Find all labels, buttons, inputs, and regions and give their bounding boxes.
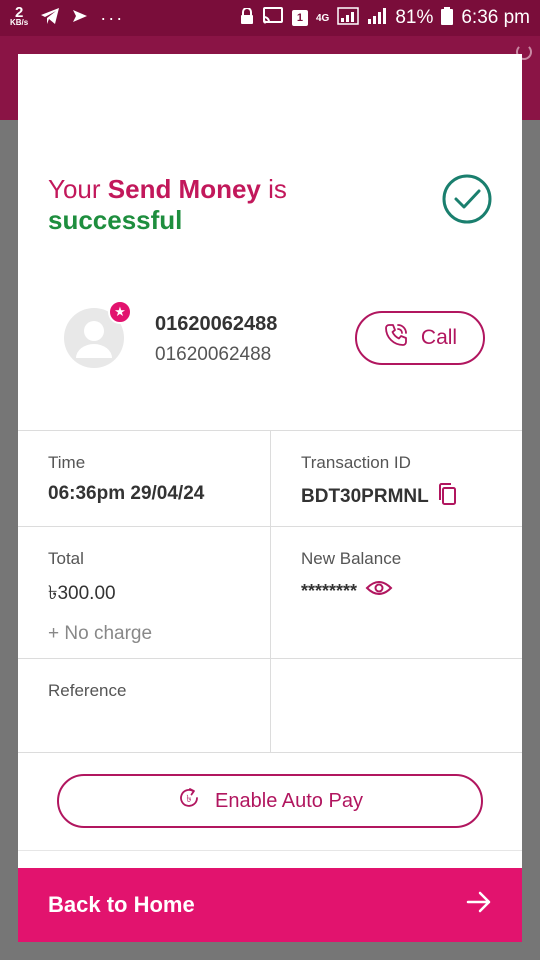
call-button[interactable]: Call — [355, 311, 485, 365]
enable-auto-pay-label: Enable Auto Pay — [215, 789, 363, 812]
result-headline: Your Send Money is successful — [48, 174, 287, 236]
lock-icon — [240, 6, 254, 29]
more-notifications-icon: ··· — [100, 7, 125, 28]
new-balance-value: ******** — [301, 580, 358, 601]
time-label: Time — [48, 453, 86, 472]
transaction-id-label: Transaction ID — [301, 453, 411, 472]
total-label: Total — [48, 549, 84, 568]
battery-percent: 81% — [395, 7, 434, 28]
call-button-label: Call — [420, 326, 458, 349]
details-row: Reference — [18, 659, 522, 753]
status-bar: 2 KB/s ··· 1 4G 81% 6:36 pm — [0, 0, 540, 36]
network-type: 4G — [315, 12, 330, 24]
headline-action: Send Money — [107, 174, 261, 204]
send-arrow-icon — [72, 8, 88, 29]
empty-cell — [270, 659, 522, 752]
send-money-result-card: Your Send Money is successful ★ 01620062… — [18, 54, 522, 942]
battery-icon — [441, 6, 454, 30]
back-to-home-label: Back to Home — [48, 892, 195, 917]
details-row: Time 06:36pm 29/04/24 Transaction ID BDT… — [18, 431, 522, 527]
transaction-details: Time 06:36pm 29/04/24 Transaction ID BDT… — [18, 430, 522, 753]
divider — [18, 850, 522, 851]
new-balance-row: ******** — [301, 579, 492, 603]
reference-cell: Reference — [18, 659, 270, 752]
total-cell: Total ৳300.00 + No charge — [18, 527, 270, 658]
auto-pay-icon: ৳ — [177, 786, 201, 816]
signal-icon — [337, 6, 360, 30]
speed-unit: KB/s — [10, 18, 29, 27]
recipient-number: 01620062488 — [155, 344, 272, 365]
headline-status: successful — [48, 205, 183, 235]
svg-text:৳: ৳ — [187, 794, 192, 805]
reference-label: Reference — [48, 681, 127, 700]
time-value: 06:36pm 29/04/24 — [48, 483, 205, 504]
network-speed: 2 KB/s — [10, 4, 29, 28]
details-row: Total ৳300.00 + No charge New Balance **… — [18, 527, 522, 659]
success-check-icon — [442, 174, 492, 224]
headline-prefix: Your — [48, 174, 108, 204]
favorite-star-icon: ★ — [108, 300, 132, 324]
phone-icon — [383, 322, 409, 354]
transaction-id-row: BDT30PRMNL — [301, 483, 492, 511]
headline-suffix: is — [260, 174, 287, 204]
back-to-home-button[interactable]: Back to Home — [18, 868, 522, 942]
enable-auto-pay-button[interactable]: ৳ Enable Auto Pay — [57, 774, 483, 828]
charge-note: + No charge — [48, 623, 153, 644]
speed-value: 2 — [14, 4, 24, 21]
clock: 6:36 pm — [461, 7, 530, 28]
arrow-right-icon — [466, 891, 492, 919]
new-balance-label: New Balance — [301, 549, 402, 568]
recipient-name: 01620062488 — [155, 313, 278, 335]
telegram-icon — [40, 7, 60, 30]
time-cell: Time 06:36pm 29/04/24 — [18, 431, 270, 526]
signal-bars-icon — [367, 7, 387, 29]
copy-icon[interactable] — [437, 483, 457, 511]
total-value: ৳300.00 — [48, 583, 116, 604]
eye-icon[interactable] — [365, 579, 393, 603]
sim-slot-badge: 1 — [291, 10, 308, 26]
transaction-id-value: BDT30PRMNL — [301, 486, 429, 507]
cast-icon — [262, 6, 284, 30]
transaction-id-cell: Transaction ID BDT30PRMNL — [270, 431, 522, 526]
new-balance-cell: New Balance ******** — [270, 527, 522, 658]
